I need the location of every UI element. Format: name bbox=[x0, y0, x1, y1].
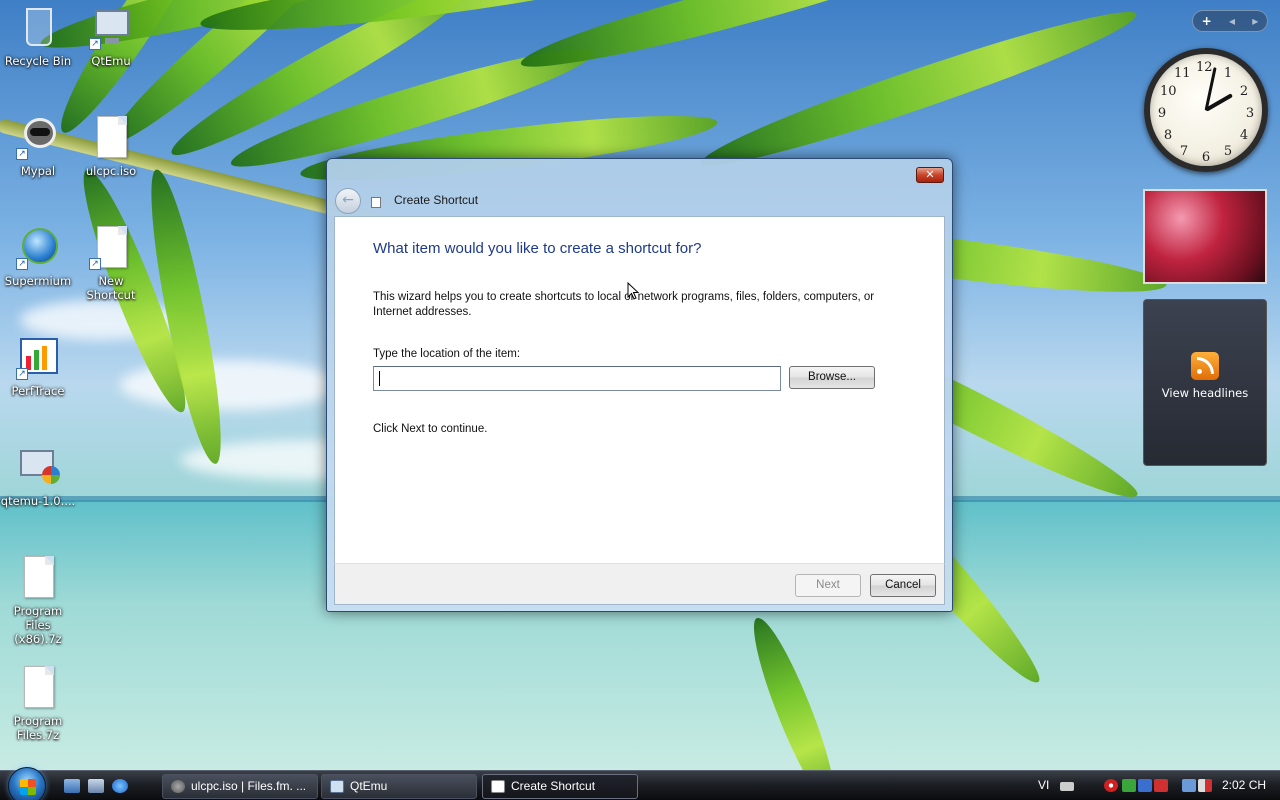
next-button[interactable]: Next bbox=[795, 574, 861, 597]
desktop-icon-label: PerfTrace bbox=[11, 384, 65, 398]
prev-arrow-icon[interactable]: ◂ bbox=[1229, 14, 1235, 28]
dialog-title: Create Shortcut bbox=[394, 193, 479, 207]
desktop-icon-label: ulcpc.iso bbox=[85, 164, 137, 178]
create-shortcut-dialog: ✕ ← Create Shortcut What item would you … bbox=[326, 158, 953, 612]
clock-number: 1 bbox=[1223, 66, 1233, 81]
back-arrow-icon[interactable]: ← bbox=[335, 188, 361, 214]
internet-explorer-icon[interactable] bbox=[112, 779, 128, 793]
installer-icon bbox=[14, 444, 62, 492]
clock-number: 10 bbox=[1160, 84, 1177, 99]
clock-number: 3 bbox=[1245, 106, 1255, 121]
desktop-icon-qtemu-installer[interactable]: qtemu-1.0.... bbox=[0, 444, 76, 508]
volume-muted-icon[interactable] bbox=[1198, 779, 1212, 792]
globe-icon: ↗ bbox=[14, 224, 62, 272]
keyboard-icon[interactable] bbox=[1060, 782, 1074, 791]
clock-number: 12 bbox=[1196, 60, 1213, 75]
shortcut-arrow-icon: ↗ bbox=[89, 258, 101, 270]
shortcut-arrow-icon: ↗ bbox=[89, 38, 101, 50]
desktop-icon-label: Supermium bbox=[4, 274, 72, 288]
clock-number: 4 bbox=[1239, 128, 1249, 143]
clock-number: 7 bbox=[1179, 144, 1189, 159]
view-headlines-label[interactable]: View headlines bbox=[1144, 386, 1266, 400]
desktop-icon-label: New Shortcut bbox=[86, 274, 136, 302]
task-label: QtEmu bbox=[350, 779, 388, 793]
text-caret bbox=[379, 371, 380, 386]
archive-file-icon bbox=[14, 554, 62, 602]
desktop-icon-label: Program Files (x86).7z bbox=[13, 604, 63, 646]
desktop-icon-label: qtemu-1.0.... bbox=[0, 494, 76, 508]
close-button[interactable]: ✕ bbox=[916, 167, 944, 183]
shortcut-icon bbox=[491, 780, 505, 793]
desktop-icon-perftrace[interactable]: ↗ PerfTrace bbox=[0, 334, 76, 398]
browser-icon bbox=[171, 780, 185, 793]
taskbar-button-files-fm[interactable]: ulcpc.iso | Files.fm. ... bbox=[162, 774, 318, 799]
wizard-footer: Next Cancel bbox=[334, 563, 945, 605]
rss-feed-icon bbox=[1191, 352, 1219, 380]
check-icon[interactable] bbox=[1122, 779, 1136, 792]
desktop-icon-program-files-7z[interactable]: Program Files.7z bbox=[0, 664, 76, 742]
continue-hint: Click Next to continue. bbox=[373, 423, 488, 435]
shortcut-arrow-icon: ↗ bbox=[16, 368, 28, 380]
desktop-icon-label: QtEmu bbox=[91, 54, 131, 68]
shortcut-arrow-icon: ↗ bbox=[16, 258, 28, 270]
shortcut-arrow-icon: ↗ bbox=[16, 148, 28, 160]
desktop-icon-label: Program Files.7z bbox=[13, 714, 63, 742]
location-input[interactable] bbox=[373, 366, 781, 391]
slideshow-gadget[interactable] bbox=[1143, 189, 1267, 284]
desktop-icon-new-shortcut[interactable]: ↗ New Shortcut bbox=[73, 224, 149, 302]
clock-number: 5 bbox=[1223, 144, 1233, 159]
browse-button[interactable]: Browse... bbox=[789, 366, 875, 389]
raccoon-icon: ↗ bbox=[14, 114, 62, 162]
mouse-pointer-icon bbox=[627, 282, 639, 300]
desktop-icon-qtemu[interactable]: ↗ QtEmu bbox=[73, 4, 149, 68]
shortcut-icon bbox=[371, 197, 381, 208]
taskbar-button-qtemu[interactable]: QtEmu bbox=[321, 774, 477, 799]
taskbar: ulcpc.iso | Files.fm. ... QtEmu Create S… bbox=[0, 767, 1280, 800]
security-alert-icon[interactable] bbox=[1104, 779, 1118, 792]
wizard-description: This wizard helps you to create shortcut… bbox=[373, 291, 875, 318]
desktop-icon-mypal[interactable]: ↗ Mypal bbox=[0, 114, 76, 178]
clock-time[interactable]: 2:02 CH bbox=[1222, 778, 1266, 792]
chart-app-icon: ↗ bbox=[14, 334, 62, 382]
clock-number: 6 bbox=[1201, 150, 1211, 165]
file-shortcut-icon: ↗ bbox=[87, 224, 135, 272]
desktop-icon-label: Mypal bbox=[20, 164, 56, 178]
clock-number: 9 bbox=[1157, 106, 1167, 121]
start-button[interactable] bbox=[8, 767, 46, 800]
desktop-icon-program-files-x86-7z[interactable]: Program Files (x86).7z bbox=[0, 554, 76, 646]
taskbar-button-create-shortcut[interactable]: Create Shortcut bbox=[482, 774, 638, 799]
location-label: Type the location of the item: bbox=[373, 348, 521, 360]
next-arrow-icon[interactable]: ▸ bbox=[1252, 14, 1258, 28]
alert-icon[interactable] bbox=[1154, 779, 1168, 792]
system-tray: VI 2:02 CH bbox=[1030, 771, 1280, 800]
file-icon bbox=[87, 114, 135, 162]
wizard-content: What item would you like to create a sho… bbox=[334, 216, 945, 563]
sidebar-controls: + ◂ ▸ bbox=[1192, 10, 1268, 32]
desktop-icon-supermium[interactable]: ↗ Supermium bbox=[0, 224, 76, 288]
desktop-icon-recycle-bin[interactable]: Recycle Bin bbox=[0, 4, 76, 68]
clock-number: 2 bbox=[1239, 84, 1249, 99]
wizard-heading: What item would you like to create a sho… bbox=[373, 240, 702, 257]
computer-icon: ↗ bbox=[87, 4, 135, 52]
feed-headlines-gadget[interactable]: View headlines bbox=[1143, 299, 1267, 466]
task-label: ulcpc.iso | Files.fm. ... bbox=[191, 779, 307, 793]
add-gadget-button[interactable]: + bbox=[1202, 14, 1212, 28]
switch-windows-icon[interactable] bbox=[88, 779, 104, 793]
language-indicator[interactable]: VI bbox=[1038, 778, 1049, 792]
task-label: Create Shortcut bbox=[511, 779, 596, 793]
clock-gadget[interactable]: 12 1 2 3 4 5 6 7 8 9 10 11 bbox=[1144, 48, 1268, 172]
network-icon[interactable] bbox=[1138, 779, 1152, 792]
desktop-icon-label: Recycle Bin bbox=[4, 54, 72, 68]
cancel-button[interactable]: Cancel bbox=[870, 574, 936, 597]
recycle-bin-icon bbox=[14, 4, 62, 52]
clock-number: 11 bbox=[1174, 66, 1191, 81]
archive-file-icon bbox=[14, 664, 62, 712]
computer-icon bbox=[330, 780, 344, 793]
clock-number: 8 bbox=[1163, 128, 1173, 143]
display-icon[interactable] bbox=[1182, 779, 1196, 792]
desktop-icon-ulcpc-iso[interactable]: ulcpc.iso bbox=[73, 114, 149, 178]
show-desktop-icon[interactable] bbox=[64, 779, 80, 793]
